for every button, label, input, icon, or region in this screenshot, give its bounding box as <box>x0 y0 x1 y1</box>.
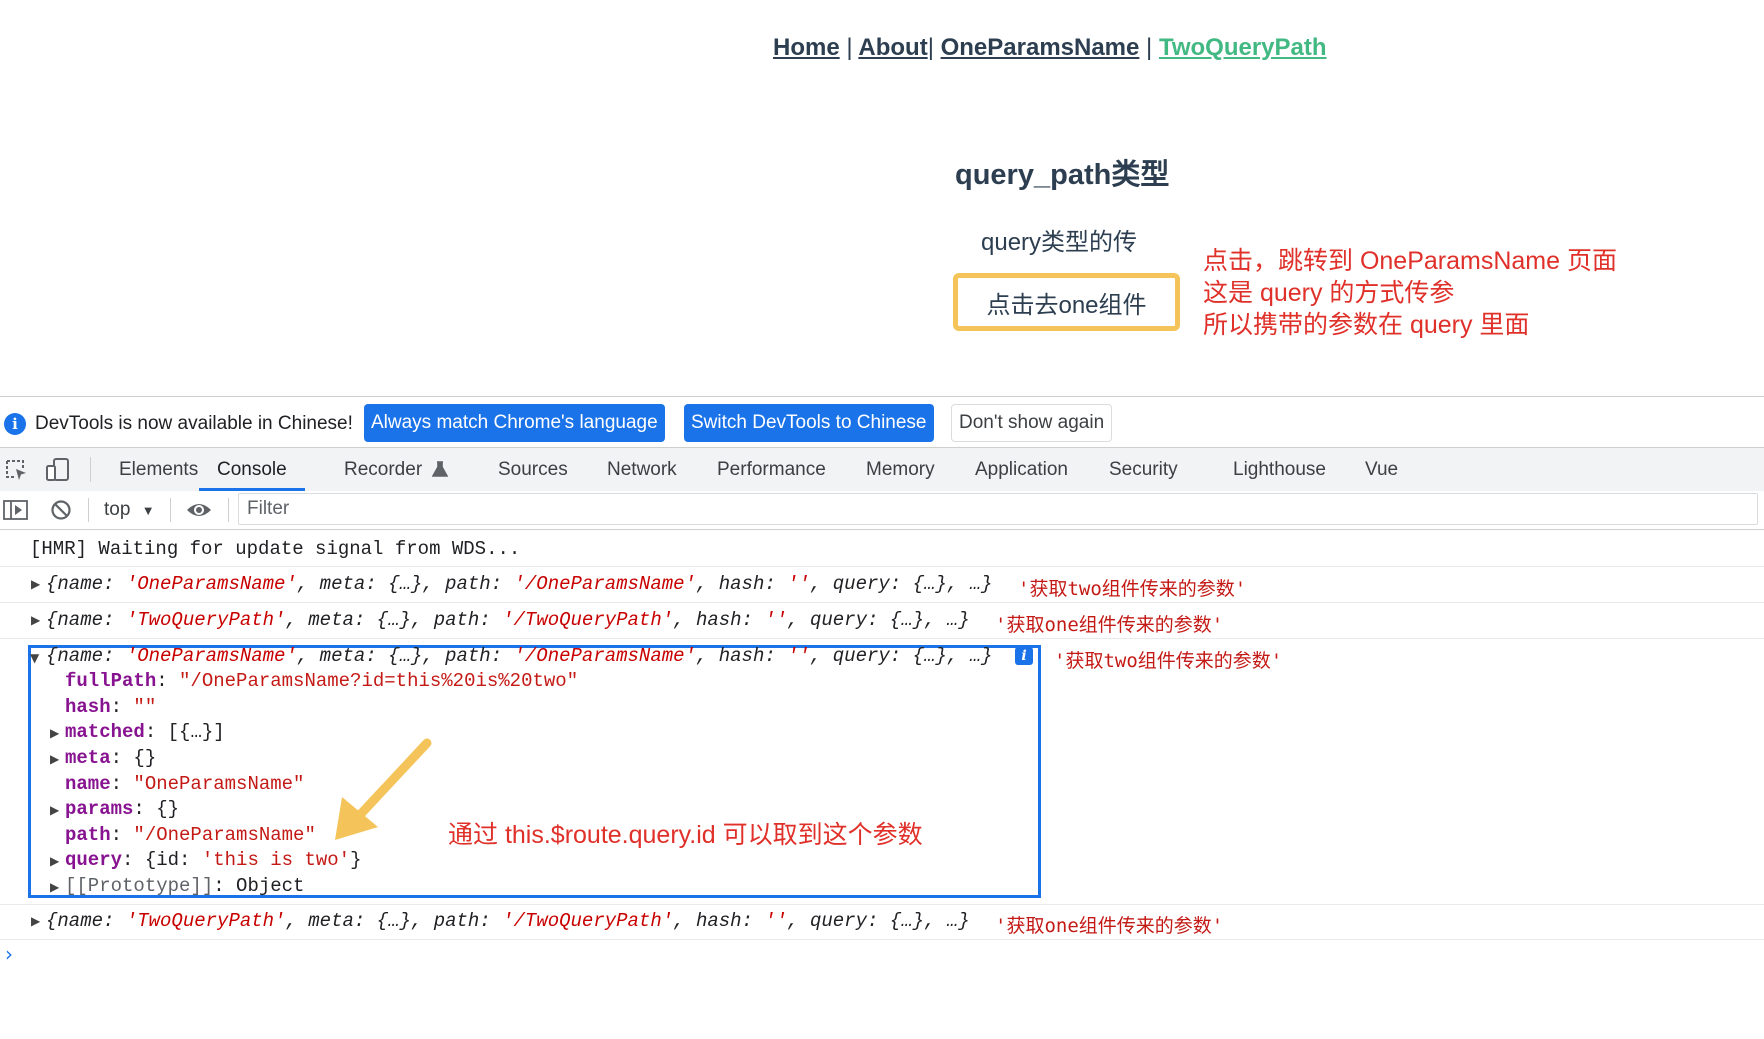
tab-performance[interactable]: Performance <box>717 448 826 491</box>
nav-link-one-params-name[interactable]: OneParamsName <box>941 34 1140 61</box>
show-sidebar-icon[interactable] <box>3 500 29 520</box>
top-nav: Home | About| OneParamsName | TwoQueryPa… <box>773 34 1327 62</box>
expand-triangle-icon[interactable]: ▶ <box>50 880 59 894</box>
annotation-line-3: 所以携带的参数在 query 里面 <box>1203 311 1530 339</box>
log-message: '获取two组件传来的参数' <box>1018 578 1247 600</box>
prop-fullpath: fullPath: "/OneParamsName?id=this%20is%2… <box>65 670 579 692</box>
expand-triangle-icon[interactable]: ▶ <box>31 914 40 928</box>
infobar-message: DevTools is now available in Chinese! <box>35 413 353 434</box>
expand-triangle-icon[interactable]: ▶ <box>31 613 40 627</box>
expand-triangle-icon[interactable]: ▶ <box>50 803 59 817</box>
route-object-summary[interactable]: {name: 'OneParamsName', meta: {…}, path:… <box>46 573 992 595</box>
tab-security[interactable]: Security <box>1109 448 1178 491</box>
toolbar-divider <box>170 498 171 522</box>
prop-matched[interactable]: matched: [{…}] <box>65 721 225 743</box>
dont-show-again-button[interactable]: Don't show again <box>951 404 1113 442</box>
go-to-one-component-button[interactable]: 点击去one组件 <box>953 273 1180 331</box>
tab-divider <box>90 457 91 482</box>
expand-triangle-icon[interactable]: ▶ <box>50 726 59 740</box>
console-message[interactable]: ▶ {name: 'TwoQueryPath', meta: {…}, path… <box>0 604 1764 639</box>
tab-recorder[interactable]: Recorder <box>344 448 449 491</box>
tab-console[interactable]: Console <box>199 448 305 491</box>
prop-name: name: "OneParamsName" <box>65 773 305 795</box>
flask-icon <box>432 461 449 477</box>
log-message: '获取one组件传来的参数' <box>995 614 1224 636</box>
nav-separator: | <box>927 34 934 61</box>
switch-to-chinese-button[interactable]: Switch DevTools to Chinese <box>684 404 934 442</box>
prop-meta[interactable]: meta: {} <box>65 747 156 769</box>
clear-console-icon[interactable] <box>50 499 72 521</box>
route-object-summary[interactable]: {name: 'TwoQueryPath', meta: {…}, path: … <box>46 609 970 631</box>
annotation-line-2: 这是 query 的方式传参 <box>1203 279 1455 307</box>
expand-triangle-icon[interactable]: ▶ <box>50 752 59 766</box>
prop-path: path: "/OneParamsName" <box>65 824 316 846</box>
prop-query[interactable]: query: {id: 'this is two'} <box>65 849 361 871</box>
context-selector-value: top <box>104 499 131 520</box>
tab-sources[interactable]: Sources <box>498 448 568 491</box>
always-match-language-button[interactable]: Always match Chrome's language <box>364 404 665 442</box>
language-infobar: i DevTools is now available in Chinese! … <box>0 397 1764 447</box>
console-message-expanded: ▼ {name: 'OneParamsName', meta: {…}, pat… <box>0 640 1764 898</box>
console-message: [HMR] Waiting for update signal from WDS… <box>0 538 1764 567</box>
device-toolbar-icon[interactable] <box>45 458 71 482</box>
tab-recorder-label: Recorder <box>344 459 423 480</box>
nav-link-home[interactable]: Home <box>773 34 840 61</box>
prop-params[interactable]: params: {} <box>65 798 179 820</box>
page-title: query_path类型 <box>955 159 1170 191</box>
console-message[interactable]: ▶ {name: 'OneParamsName', meta: {…}, pat… <box>0 568 1764 603</box>
console-toolbar: top ▼ <box>0 491 1764 530</box>
console-prompt-chevron-icon[interactable]: › <box>5 942 13 966</box>
inspect-element-icon[interactable] <box>5 459 29 481</box>
route-object-summary[interactable]: {name: 'TwoQueryPath', meta: {…}, path: … <box>46 910 970 932</box>
tab-lighthouse[interactable]: Lighthouse <box>1233 448 1326 491</box>
prop-prototype[interactable]: [[Prototype]]: Object <box>65 875 304 897</box>
tab-elements[interactable]: Elements <box>119 448 198 491</box>
expand-triangle-icon[interactable]: ▶ <box>31 577 40 591</box>
page-description: query类型的传 <box>981 229 1138 256</box>
route-object-summary[interactable]: {name: 'OneParamsName', meta: {…}, path:… <box>46 645 992 667</box>
context-selector[interactable]: top ▼ <box>104 499 155 521</box>
console-filter-input[interactable] <box>238 493 1758 525</box>
tab-vue[interactable]: Vue <box>1365 448 1398 491</box>
info-badge-icon[interactable]: i <box>1015 647 1033 665</box>
info-icon: i <box>4 413 26 435</box>
prop-hash: hash: "" <box>65 696 157 718</box>
tab-network[interactable]: Network <box>607 448 677 491</box>
nav-link-about[interactable]: About <box>858 34 927 61</box>
annotation-query-id: 通过 this.$route.query.id 可以取到这个参数 <box>448 821 923 849</box>
hmr-log: [HMR] Waiting for update signal from WDS… <box>30 538 521 560</box>
log-message: '获取one组件传来的参数' <box>995 915 1224 937</box>
console-message[interactable]: ▶ {name: 'TwoQueryPath', meta: {…}, path… <box>0 904 1764 940</box>
devtools-tabbar: Elements Console Recorder Sources Networ… <box>0 447 1764 492</box>
toolbar-divider <box>88 498 89 522</box>
annotation-line-1: 点击，跳转到 OneParamsName 页面 <box>1203 247 1617 275</box>
dropdown-arrow-icon: ▼ <box>141 503 155 518</box>
tab-memory[interactable]: Memory <box>866 448 935 491</box>
annotation-arrow-icon <box>335 738 432 840</box>
nav-separator: | <box>846 34 853 61</box>
toolbar-divider <box>228 498 229 522</box>
nav-separator: | <box>1146 34 1153 61</box>
tab-application[interactable]: Application <box>975 448 1068 491</box>
nav-link-two-query-path[interactable]: TwoQueryPath <box>1159 34 1327 61</box>
log-message: '获取two组件传来的参数' <box>1054 650 1283 672</box>
expand-triangle-icon[interactable]: ▶ <box>50 854 59 868</box>
live-expression-eye-icon[interactable] <box>185 500 213 520</box>
collapse-triangle-icon[interactable]: ▼ <box>30 651 39 665</box>
